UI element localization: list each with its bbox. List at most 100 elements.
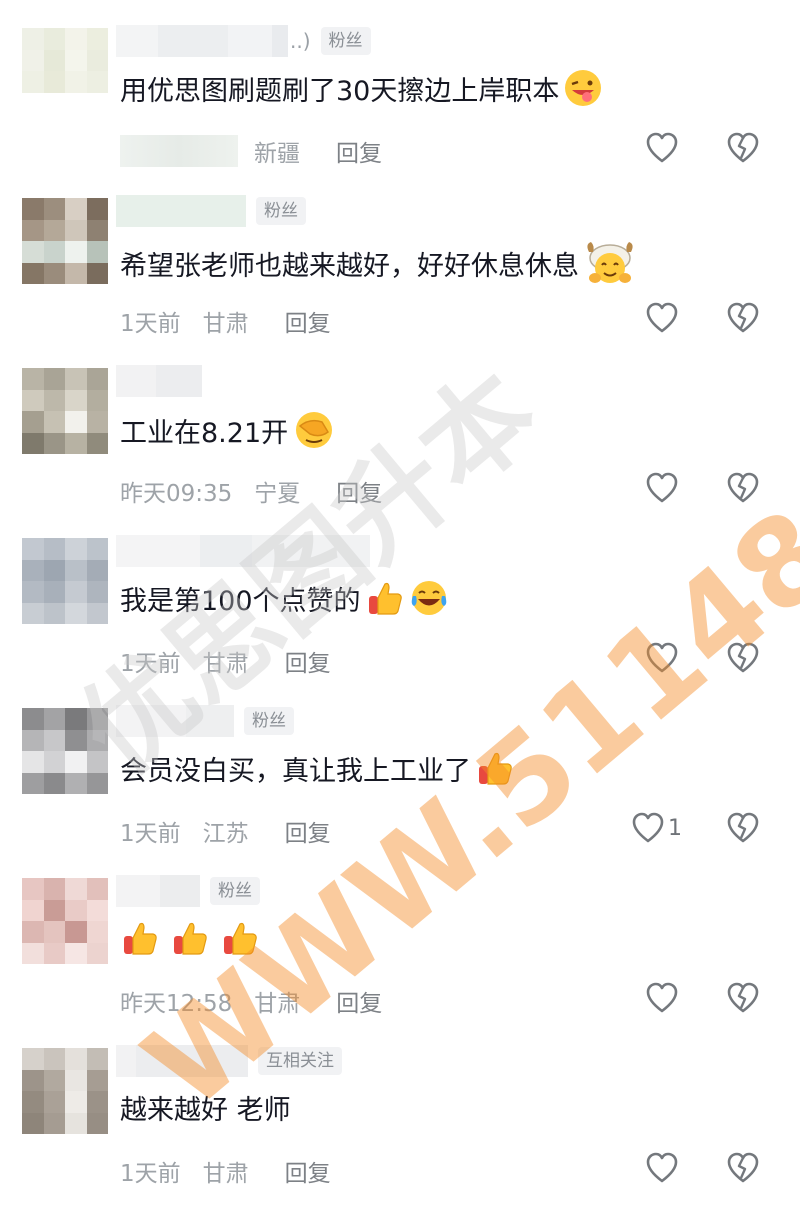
broken-heart-icon: [724, 300, 762, 336]
thumbs-up-emoji: [475, 748, 515, 788]
username-blurred[interactable]: [116, 195, 246, 227]
dislike-button[interactable]: [724, 130, 762, 166]
comment-text: 我是第100个点赞的: [120, 578, 449, 618]
like-button[interactable]: [644, 640, 680, 676]
username-blurred[interactable]: [116, 25, 288, 57]
sheep-blessing-emoji: [583, 238, 637, 288]
comment-meta: 1天前 甘肃 回复: [120, 304, 331, 338]
like-button[interactable]: [644, 1150, 680, 1186]
dislike-button[interactable]: [724, 300, 762, 336]
fan-badge: 粉丝: [320, 27, 371, 55]
username-row[interactable]: 互相关注: [116, 1044, 342, 1078]
like-button[interactable]: [644, 980, 680, 1016]
wink-tongue-emoji: [563, 68, 603, 108]
location: 甘肃: [202, 651, 249, 677]
avatar[interactable]: [22, 28, 108, 114]
facepalm-emoji: [292, 408, 336, 452]
comment-item: ..) 粉丝 用优思图刷题刷了30天擦边上岸职本 新疆 回复: [0, 24, 800, 194]
comment-meta: 1天前 甘肃 回复: [120, 1154, 331, 1188]
heart-outline-icon: [644, 130, 680, 166]
timestamp: 昨天12:58: [120, 991, 233, 1017]
laugh-cry-emoji: [409, 578, 449, 618]
username-blurred[interactable]: [116, 365, 202, 397]
like-button[interactable]: [644, 300, 680, 336]
username-row[interactable]: 粉丝: [116, 874, 260, 908]
like-button[interactable]: [644, 470, 680, 506]
comment-meta: 1天前 甘肃 回复: [120, 644, 331, 678]
comment-item: 粉丝 希望张老师也越来越好，好好休息休息 1天前 甘肃 回复: [0, 194, 800, 364]
username-blurred[interactable]: [116, 1045, 248, 1077]
reply-button[interactable]: 回复: [285, 1154, 331, 1188]
location: 甘肃: [254, 991, 301, 1017]
comment-item: 工业在8.21开 昨天09:35 宁夏 回复: [0, 364, 800, 534]
heart-outline-icon: [644, 640, 680, 676]
username-row[interactable]: ..) 粉丝: [116, 24, 371, 58]
timestamp: 昨天09:35: [120, 481, 233, 507]
avatar[interactable]: [22, 1048, 108, 1134]
broken-heart-icon: [724, 810, 762, 846]
avatar[interactable]: [22, 878, 108, 964]
comment-meta: 新疆 回复: [120, 134, 382, 168]
reply-button[interactable]: 回复: [285, 814, 331, 848]
comment-item: 粉丝 会员没白买，真让我上工业了 1天前 江苏 回复 1: [0, 704, 800, 874]
dislike-button[interactable]: [724, 810, 762, 846]
reply-button[interactable]: 回复: [285, 644, 331, 678]
comment-text: [120, 918, 260, 958]
comment-item: 互相关注 越来越好 老师 1天前 甘肃 回复: [0, 1044, 800, 1214]
timestamp: 1天前: [120, 1161, 181, 1187]
comment-meta: 昨天12:58 甘肃 回复: [120, 984, 382, 1018]
comment-text-content: 希望张老师也越来越好，好好休息休息: [120, 250, 579, 282]
avatar[interactable]: [22, 368, 108, 454]
comment-text: 希望张老师也越来越好，好好休息休息: [120, 238, 637, 288]
like-count: 1: [668, 815, 682, 841]
dislike-button[interactable]: [724, 1150, 762, 1186]
comment-text: 工业在8.21开: [120, 408, 336, 452]
comment-text-content: 工业在8.21开: [120, 417, 289, 449]
comment-text: 会员没白买，真让我上工业了: [120, 748, 515, 788]
reply-button[interactable]: 回复: [336, 984, 382, 1018]
like-button[interactable]: 1: [630, 810, 682, 846]
heart-outline-icon: [644, 300, 680, 336]
heart-outline-icon: [644, 980, 680, 1016]
username-row[interactable]: [116, 364, 202, 398]
comment-text-content: 用优思图刷题刷了30天擦边上岸职本: [120, 75, 560, 107]
heart-outline-icon: [630, 810, 666, 846]
avatar[interactable]: [22, 198, 108, 284]
comment-item: 粉丝 昨天12:58 甘肃 回复: [0, 874, 800, 1044]
timestamp: 1天前: [120, 821, 181, 847]
dislike-button[interactable]: [724, 470, 762, 506]
broken-heart-icon: [724, 980, 762, 1016]
username-suffix: ..): [290, 29, 311, 53]
broken-heart-icon: [724, 130, 762, 166]
thumbs-up-emoji: [220, 918, 260, 958]
username-row[interactable]: 粉丝: [116, 704, 294, 738]
reply-button[interactable]: 回复: [336, 134, 382, 168]
reply-button[interactable]: 回复: [336, 474, 382, 508]
comment-text-content: 越来越好 老师: [120, 1095, 291, 1126]
dislike-button[interactable]: [724, 640, 762, 676]
avatar[interactable]: [22, 708, 108, 794]
username-row[interactable]: [116, 534, 370, 568]
comment-meta: 昨天09:35 宁夏 回复: [120, 474, 382, 508]
timestamp: 1天前: [120, 651, 181, 677]
username-blurred[interactable]: [116, 875, 200, 907]
comment-text-content: 我是第100个点赞的: [120, 585, 361, 617]
dislike-button[interactable]: [724, 980, 762, 1016]
avatar[interactable]: [22, 538, 108, 624]
like-button[interactable]: [644, 130, 680, 166]
comment-text: 越来越好 老师: [120, 1088, 291, 1127]
username-blurred[interactable]: [116, 705, 234, 737]
comment-text: 用优思图刷题刷了30天擦边上岸职本: [120, 68, 603, 108]
location: 宁夏: [254, 481, 301, 507]
broken-heart-icon: [724, 470, 762, 506]
reply-button[interactable]: 回复: [285, 304, 331, 338]
fan-badge: 粉丝: [210, 877, 260, 905]
timestamp: 1天前: [120, 311, 181, 337]
location: 新疆: [254, 141, 300, 167]
username-row[interactable]: 粉丝: [116, 194, 306, 228]
username-blurred[interactable]: [116, 535, 370, 567]
fan-badge: 粉丝: [244, 707, 294, 735]
location: 江苏: [202, 821, 249, 847]
mutual-follow-badge: 互相关注: [258, 1047, 342, 1075]
comment-item: 我是第100个点赞的 1天前 甘肃 回复: [0, 534, 800, 704]
